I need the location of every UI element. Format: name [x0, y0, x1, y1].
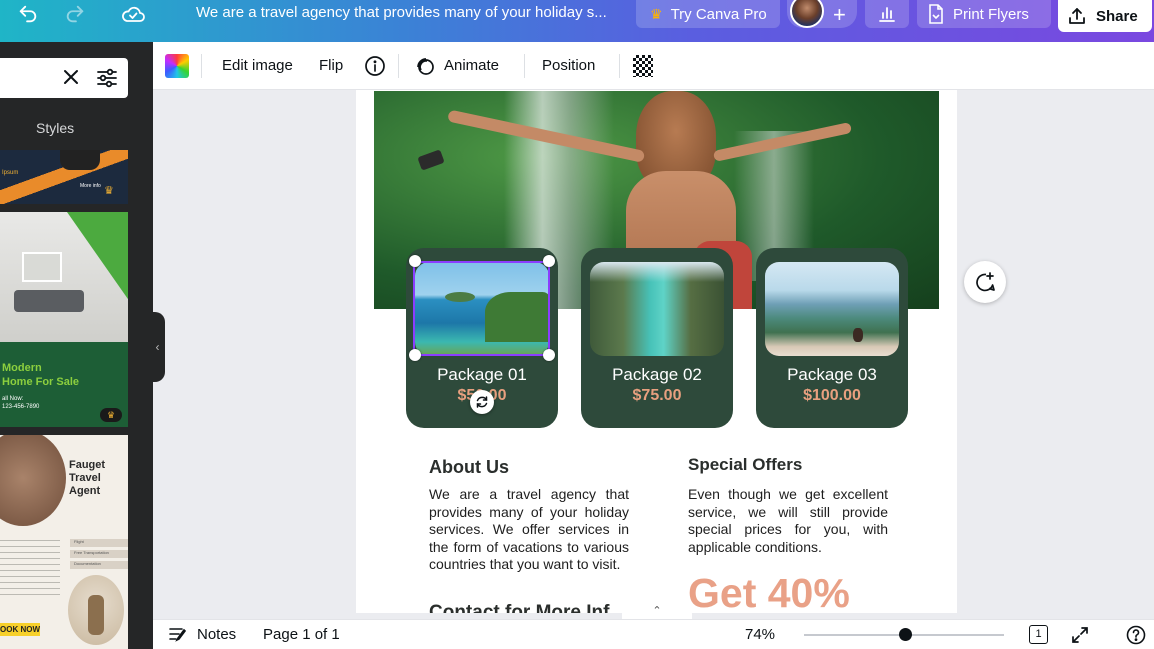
template-thumbnail[interactable]: Ipsum More info ♛ [0, 150, 128, 204]
crown-icon: ♛ [650, 5, 663, 22]
template-text: Home For Sale [2, 376, 80, 388]
search-input[interactable] [0, 58, 128, 98]
template-text: Travel [69, 472, 101, 484]
stats-icon [879, 7, 895, 22]
fullscreen-icon[interactable] [1070, 625, 1090, 649]
chevron-left-icon: ‹ [155, 340, 160, 354]
rotate-icon[interactable] [470, 390, 494, 414]
package-image[interactable] [765, 262, 899, 356]
package-name: Package 03 [787, 365, 877, 384]
zoom-level[interactable]: 74% [745, 626, 775, 643]
add-icon[interactable]: + [833, 2, 846, 28]
close-icon[interactable] [62, 68, 80, 91]
template-text: Modern [2, 362, 42, 374]
promo-text[interactable]: Get 40% [688, 570, 850, 613]
divider [524, 54, 525, 78]
avatar[interactable] [790, 0, 824, 28]
share-label: Share [1096, 7, 1138, 25]
package-price: $100.00 [803, 387, 861, 404]
bottom-bar: Notes Page 1 of 1 74% 1 [153, 619, 1154, 649]
print-icon [929, 4, 943, 24]
package-name: Package 02 [612, 365, 702, 384]
share-button[interactable]: Share [1058, 0, 1152, 32]
cloud-saved-icon[interactable] [118, 0, 148, 28]
divider [201, 54, 202, 78]
add-comment-icon [976, 272, 995, 292]
template-text: Flight [74, 539, 84, 544]
side-panel: Styles Ipsum More info ♛ Modern Home For… [0, 42, 153, 649]
try-canva-pro-button[interactable]: ♛ Try Canva Pro [636, 0, 780, 28]
resize-handle[interactable] [409, 255, 421, 267]
template-thumbnail[interactable]: Fauget Travel Agent Flight Free Transpor… [0, 435, 128, 649]
edit-image-button[interactable]: Edit image [222, 57, 293, 74]
collapse-panel-button[interactable]: ‹ [150, 312, 165, 382]
package-price: $75.00 [632, 387, 682, 404]
animate-icon[interactable] [414, 55, 436, 82]
try-canva-pro-label: Try Canva Pro [670, 5, 767, 23]
undo-icon[interactable] [14, 0, 42, 28]
about-text[interactable]: We are a travel agency that provides man… [429, 486, 629, 574]
package-name: Package 01 [437, 365, 527, 384]
chevron-up-icon: ⌃ [652, 605, 662, 617]
tab-styles[interactable]: Styles [36, 120, 74, 136]
template-text: Agent [69, 485, 101, 497]
offers-text[interactable]: Even though we get excellent service, we… [688, 486, 888, 556]
redo-icon[interactable] [61, 0, 89, 28]
page-indicator[interactable]: Page 1 of 1 [263, 626, 340, 643]
color-picker-icon[interactable] [165, 54, 189, 78]
package-card[interactable]: Package 02 $75.00 [581, 248, 733, 428]
divider [619, 54, 620, 78]
info-icon[interactable] [364, 55, 386, 82]
transparency-icon[interactable] [633, 55, 653, 77]
package-card[interactable]: Package 01 $50.00 [406, 248, 558, 428]
template-text: Fauget [69, 459, 106, 471]
insights-button[interactable] [865, 0, 909, 28]
crown-icon: ♛ [104, 185, 114, 197]
context-toolbar: Edit image Flip Animate Position [153, 42, 1154, 90]
resize-handle[interactable] [543, 255, 555, 267]
filter-icon[interactable] [96, 68, 118, 93]
selection-frame [413, 261, 550, 356]
design-page[interactable]: Package 01 $50.00 Package 02 $75.00 Pack… [356, 90, 957, 613]
template-text: Free Transportation [74, 550, 109, 555]
resize-handle[interactable] [543, 349, 555, 361]
show-pages-button[interactable]: ⌃ [622, 604, 692, 619]
about-heading[interactable]: About Us [429, 457, 509, 478]
share-upload-icon [1069, 8, 1085, 24]
contact-heading[interactable]: Contact for More Inf [429, 602, 610, 613]
template-thumbnail[interactable]: Modern Home For Sale all Now: 123-456-78… [0, 212, 128, 427]
animate-button[interactable]: Animate [444, 57, 499, 74]
document-title[interactable]: We are a travel agency that provides man… [196, 4, 607, 21]
template-text: OOK NOW [0, 623, 40, 636]
zoom-slider-handle[interactable] [899, 628, 912, 641]
crown-icon: ♛ [100, 408, 122, 422]
divider [398, 54, 399, 78]
flip-button[interactable]: Flip [319, 57, 343, 74]
offers-heading[interactable]: Special Offers [688, 455, 802, 475]
template-text: Ipsum [2, 170, 19, 176]
help-icon[interactable] [1126, 625, 1146, 649]
top-bar: We are a travel agency that provides man… [0, 0, 1154, 42]
notes-icon[interactable] [168, 626, 188, 648]
position-button[interactable]: Position [542, 57, 595, 74]
template-badge: More info [80, 183, 101, 189]
print-flyers-button[interactable]: Print Flyers [917, 0, 1051, 28]
add-comment-button[interactable] [964, 261, 1006, 303]
template-text: 123-456-7890 [2, 404, 40, 410]
package-image[interactable] [590, 262, 724, 356]
package-card[interactable]: Package 03 $100.00 [756, 248, 908, 428]
notes-button[interactable]: Notes [197, 626, 236, 643]
template-text: Documentation [74, 561, 101, 566]
collaborators[interactable]: + [787, 0, 857, 28]
template-text: all Now: [2, 396, 24, 402]
resize-handle[interactable] [409, 349, 421, 361]
print-flyers-label: Print Flyers [953, 5, 1029, 23]
page-grid-icon[interactable]: 1 [1029, 625, 1048, 644]
